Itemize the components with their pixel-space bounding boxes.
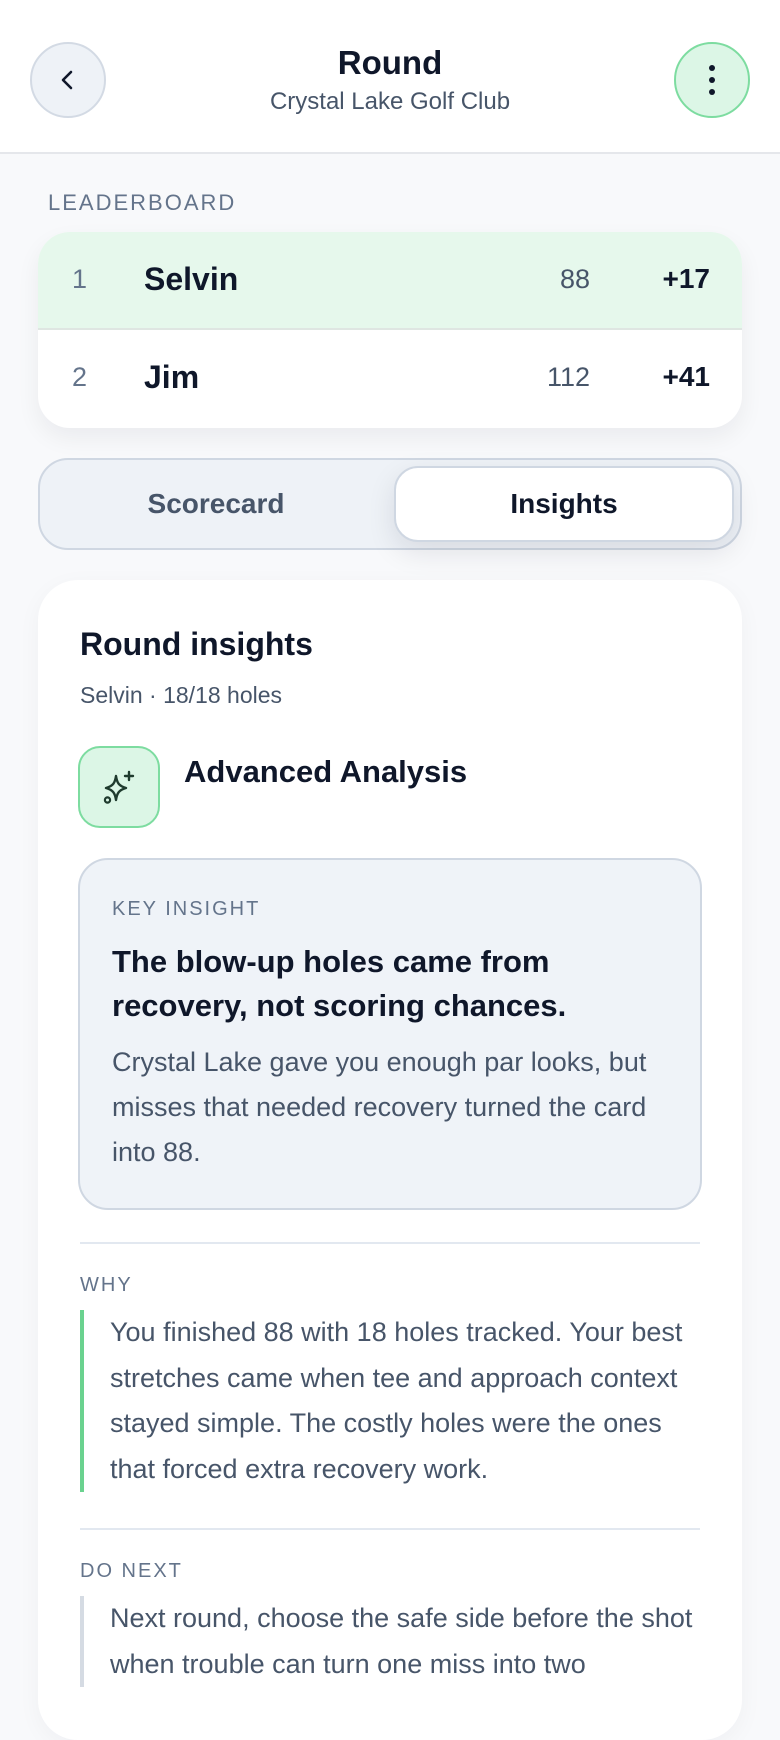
key-insight-box: KEY INSIGHT The blow-up holes came from … <box>78 858 702 1210</box>
tab-insights[interactable]: Insights <box>394 466 734 542</box>
leaderboard-label: LEADERBOARD <box>48 190 237 215</box>
sparkles-icon <box>103 770 135 804</box>
leaderboard-row[interactable]: 1 Selvin 88 +17 <box>38 232 742 330</box>
more-options-button[interactable] <box>674 42 750 118</box>
do-next-label: DO NEXT <box>80 1560 183 1582</box>
more-vertical-icon <box>709 65 715 95</box>
tab-scorecard[interactable]: Scorecard <box>46 466 386 542</box>
player-to-par: +41 <box>662 361 711 392</box>
leaderboard: 1 Selvin 88 +17 2 Jim 112 +41 <box>38 232 742 428</box>
why-body: You finished 88 with 18 holes tracked. Y… <box>80 1310 700 1492</box>
insights-title: Round insights <box>80 626 313 662</box>
do-next-body: Next round, choose the safe side before … <box>80 1596 700 1687</box>
player-name: Jim <box>144 359 200 395</box>
course-name: Crystal Lake Golf Club <box>269 88 511 115</box>
player-rank: 2 <box>72 362 88 392</box>
analysis-title: Advanced Analysis <box>184 754 468 789</box>
player-to-par: +17 <box>662 263 711 294</box>
insights-meta: Selvin · 18/18 holes <box>80 682 283 708</box>
player-name: Selvin <box>144 261 239 297</box>
player-score: 88 <box>559 264 590 294</box>
player-score: 112 <box>546 362 590 392</box>
top-bar: Round Crystal Lake Golf Club <box>0 0 780 154</box>
key-insight-headline: The blow-up holes came from recovery, no… <box>112 944 567 1023</box>
divider <box>80 1242 700 1244</box>
divider <box>80 1528 700 1530</box>
view-tabs: Scorecard Insights <box>38 458 742 550</box>
key-insight-body: Crystal Lake gave you enough par looks, … <box>112 1047 647 1167</box>
analysis-badge <box>78 746 160 828</box>
why-label: WHY <box>80 1274 133 1296</box>
player-rank: 1 <box>72 264 88 294</box>
insights-card: Round insights Selvin · 18/18 holes Adva… <box>38 580 742 1740</box>
key-insight-label: KEY INSIGHT <box>112 898 261 920</box>
leaderboard-row[interactable]: 2 Jim 112 +41 <box>38 330 742 428</box>
page-title: Round <box>337 44 443 81</box>
